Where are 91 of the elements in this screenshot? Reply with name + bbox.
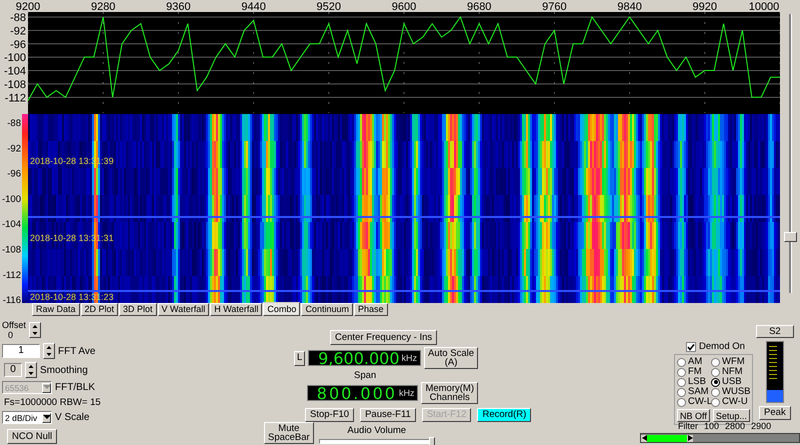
mode-radio[interactable]: SAM	[677, 387, 711, 397]
view-tab[interactable]: V Waterfall	[158, 303, 210, 316]
frequency-label: 9920	[692, 1, 718, 13]
db-label: -92	[10, 25, 26, 38]
sample-rate-info: Fs=1000000 RBW= 15	[3, 397, 102, 408]
view-tab[interactable]: Phase	[354, 303, 388, 316]
filter-value: 2900	[751, 421, 772, 431]
smoothing-label: Smoothing	[40, 364, 88, 376]
mode-radio[interactable]: WUSB	[711, 387, 749, 397]
frequency-label: 9360	[166, 1, 191, 13]
slider-thumb[interactable]	[784, 232, 797, 242]
mode-radio[interactable]: CW-L	[677, 397, 711, 407]
right-arrow-icon[interactable]	[687, 434, 693, 442]
frequency-label: 9600	[392, 1, 416, 13]
filter-value: 2800	[725, 421, 746, 431]
center-frequency-button[interactable]: Center Frequency - Ins	[330, 330, 438, 345]
offset-label: Offset	[2, 320, 26, 330]
transport-button[interactable]: Record(R)	[477, 408, 532, 422]
lock-button[interactable]: L	[294, 350, 306, 366]
smoothing-field[interactable]: 0	[4, 363, 22, 377]
noise-blanker-button[interactable]: NB Off	[677, 409, 710, 422]
db-label: -92	[7, 143, 21, 154]
filter-label: Filter	[678, 421, 698, 431]
spin-arrows-icon	[44, 344, 54, 358]
spin-control[interactable]	[25, 362, 37, 378]
db-label: -104	[2, 219, 21, 230]
frequency-label: 9840	[617, 1, 642, 13]
view-tab[interactable]: Combo	[263, 302, 300, 316]
view-tab[interactable]: 2D Plot	[80, 303, 118, 316]
frequency-label: 9680	[466, 1, 492, 13]
peak-button[interactable]: Peak	[759, 406, 791, 420]
memory-channels-button[interactable]: Memory(M) Channels	[421, 382, 478, 404]
left-arrow-icon[interactable]	[641, 434, 647, 442]
view-tab[interactable]: 3D Plot	[119, 303, 157, 316]
db-label: -108	[2, 244, 21, 256]
setup-button[interactable]: Setup...	[712, 409, 750, 422]
mode-radio[interactable]: CW-U	[711, 397, 749, 407]
volume-slider[interactable]	[318, 439, 435, 444]
fft-average-field[interactable]: 1	[2, 344, 40, 358]
frequency-label: 9520	[316, 1, 342, 13]
frequency-label: 9280	[90, 1, 116, 13]
fft-size-label: FFT/BLK	[55, 382, 96, 393]
v-scale-label: V Scale	[55, 412, 90, 423]
slider-thumb[interactable]	[428, 437, 435, 445]
frequency-label: 9200	[16, 1, 40, 13]
frequency-label: 9760	[542, 1, 567, 13]
fft-average-label: FFT Ave	[58, 346, 96, 356]
view-tab[interactable]: Raw Data	[32, 303, 80, 316]
db-label: -88	[10, 12, 26, 24]
auto-scale-button[interactable]: Auto Scale (A)	[424, 347, 478, 369]
spin-control[interactable]	[43, 343, 55, 359]
view-tab[interactable]: Continuum	[301, 303, 353, 316]
db-label: -104	[4, 66, 26, 78]
view-tab[interactable]: H Waterfall	[210, 303, 262, 316]
mode-radio[interactable]: USB	[711, 377, 749, 387]
frequency-label: 9440	[241, 1, 266, 13]
mode-radio[interactable]: FM	[677, 367, 711, 377]
mode-radio[interactable]: AM	[677, 357, 711, 367]
db-label: -112	[2, 270, 21, 281]
filter-scrollbar[interactable]	[640, 433, 800, 443]
caret-icon	[43, 415, 50, 420]
span-label: Span	[353, 371, 378, 380]
db-label: -96	[10, 38, 26, 51]
offset-value: 0	[7, 330, 14, 340]
spin-arrows-icon	[30, 323, 40, 337]
db-label: -108	[4, 78, 26, 91]
transport-button[interactable]: Stop-F10	[305, 408, 354, 422]
nco-null-button[interactable]: NCO Null	[7, 429, 58, 444]
spin-control[interactable]	[28, 322, 41, 338]
mode-radio[interactable]: NFM	[711, 367, 749, 377]
s-meter-button[interactable]: S2	[756, 325, 794, 338]
mode-radio[interactable]: LSB	[677, 377, 711, 387]
audio-volume-label: Audio Volume	[347, 425, 406, 436]
transport-button[interactable]: Pause-F11	[360, 408, 416, 422]
frequency-label: 10000	[748, 1, 780, 13]
db-label: -116	[2, 295, 21, 303]
spin-arrows-icon	[26, 363, 36, 377]
vertical-slider[interactable]	[784, 14, 797, 293]
db-label: -100	[2, 194, 21, 205]
demod-checkbox[interactable]: Demod On	[674, 341, 753, 352]
checkmark-icon	[687, 342, 695, 350]
db-label: -96	[7, 168, 21, 180]
db-label: -88	[7, 118, 21, 129]
mute-button[interactable]: Mute SpaceBar	[264, 422, 314, 444]
v-scale-dropdown[interactable]: 2 dB/Div	[2, 411, 52, 424]
scroll-thumb[interactable]	[641, 434, 693, 442]
caret-icon	[43, 385, 50, 390]
db-label: -100	[4, 52, 26, 64]
filter-value: 100	[704, 421, 720, 431]
mode-radio[interactable]: WFM	[711, 357, 749, 367]
db-label: -112	[4, 92, 26, 104]
